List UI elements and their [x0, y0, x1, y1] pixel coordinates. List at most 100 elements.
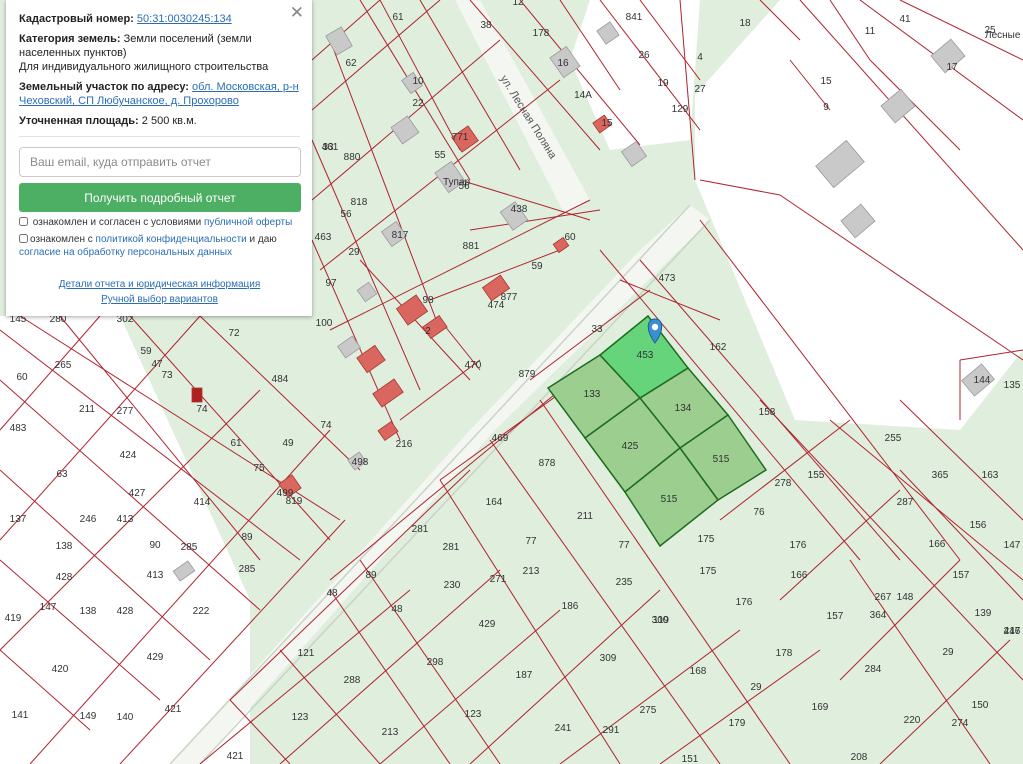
parcel-number: 179 — [729, 718, 746, 729]
parcel-number: 97 — [325, 278, 337, 289]
parcel-number: 420 — [52, 664, 69, 675]
parcel-number: 17 — [946, 62, 958, 73]
close-icon[interactable]: ✕ — [290, 4, 304, 21]
get-report-button[interactable]: Получить подробный отчет — [19, 183, 301, 212]
consent-offer-text: ознакомлен и согласен с условиями — [32, 217, 202, 228]
parcel-number: 63 — [56, 469, 68, 480]
parcel-number: 841 — [626, 12, 643, 23]
parcel-number: 123 — [465, 709, 482, 720]
offer-checkbox[interactable] — [19, 217, 28, 226]
parcel-number: 498 — [352, 457, 369, 468]
parcel-number: 287 — [897, 497, 914, 508]
parcel-number: 137 — [10, 514, 27, 525]
cadastral-row: Кадастровый номер: 50:31:0030245:134 — [19, 12, 300, 26]
parcel-number: 156 — [970, 520, 987, 531]
personal-data-consent-link[interactable]: согласие на обработку персональных данны… — [19, 247, 232, 258]
parcel-number: 38 — [480, 20, 492, 31]
parcel-number: 515 — [661, 494, 678, 505]
parcel-number: 222 — [193, 606, 210, 617]
parcel-number: 61 — [230, 438, 242, 449]
parcel-number: 274 — [952, 718, 969, 729]
privacy-checkbox[interactable] — [19, 234, 28, 243]
parcel-number: 22 — [412, 98, 424, 109]
parcel-number: 175 — [698, 534, 715, 545]
parcel-number: 157 — [953, 570, 970, 581]
parcel-number: 515 — [713, 454, 730, 465]
category-use: Для индивидуального жилищного строительс… — [19, 61, 269, 73]
parcel-number: 880 — [344, 152, 361, 163]
parcel-number: 364 — [870, 610, 887, 621]
parcel-number: 230 — [444, 580, 461, 591]
parcel-number: 147 — [1004, 540, 1021, 551]
parcel-number: 89 — [241, 532, 253, 543]
parcel-number: 427 — [129, 488, 146, 499]
parcel-number: 129 — [672, 104, 689, 115]
parcel-number: 309 — [600, 653, 617, 664]
parcel-number: 176 — [736, 597, 753, 608]
public-offer-link[interactable]: публичной оферты — [204, 217, 292, 228]
parcel-number: 213 — [382, 727, 399, 738]
parcel-number: 470 — [465, 360, 482, 371]
parcel-number: 90 — [149, 540, 161, 551]
consent-privacy: ознакомлен с политикой конфиденциальност… — [19, 233, 300, 259]
parcel-number: 29 — [942, 647, 954, 658]
parcel-number: 48 — [326, 588, 338, 599]
parcel-number: 149 — [80, 711, 97, 722]
parcel-number: 483 — [10, 423, 27, 434]
parcel-number: 133 — [584, 389, 601, 400]
parcel-number: 429 — [479, 619, 496, 630]
parcel-number: 216 — [396, 439, 413, 450]
parcel-number: 74 — [320, 420, 332, 431]
parcel-number: 284 — [865, 664, 882, 675]
parcel-number: 429 — [147, 652, 164, 663]
panel-links: Детали отчета и юридическая информация Р… — [19, 277, 300, 307]
parcel-number: 62 — [345, 58, 357, 69]
parcel-number: 421 — [165, 704, 182, 715]
parcel-number: 281 — [443, 542, 460, 553]
parcel-number: 162 — [710, 342, 727, 353]
parcel-number: 428 — [117, 606, 134, 617]
parcel-number: 469 — [492, 433, 509, 444]
privacy-policy-link[interactable]: политикой конфиденциальности — [96, 234, 247, 245]
report-details-link[interactable]: Детали отчета и юридическая информация — [59, 279, 261, 290]
cadastral-number-link[interactable]: 50:31:0030245:134 — [137, 13, 232, 25]
parcel-number: 453 — [637, 350, 654, 361]
parcel-number: 144 — [974, 375, 991, 386]
parcel-number: 77 — [525, 536, 537, 547]
parcel-number: 56 — [458, 181, 470, 192]
cadastral-label: Кадастровый номер: — [19, 13, 134, 25]
parcel-number: 89 — [365, 570, 377, 581]
parcel-number: 235 — [616, 577, 633, 588]
parcel-number: 275 — [640, 705, 657, 716]
parcel-number: 55 — [434, 150, 446, 161]
parcel-number: 288 — [344, 675, 361, 686]
category-row: Категория земель: Земли поселений (земли… — [19, 32, 300, 74]
consent-privacy-text2: и даю — [249, 234, 277, 245]
parcel-number: 176 — [790, 540, 807, 551]
parcel-number: 211 — [577, 511, 593, 522]
parcel-number: 14А — [574, 90, 592, 101]
parcel-number: 178 — [776, 648, 793, 659]
parcel-number: 241 — [555, 723, 572, 734]
parcel-number: 246 — [80, 514, 97, 525]
parcel-number: 72 — [228, 328, 240, 339]
manual-selection-link[interactable]: Ручной выбор вариантов — [101, 294, 218, 305]
parcel-number: 4 — [697, 52, 703, 63]
parcel-number: 817 — [392, 230, 409, 241]
parcel-number: 56 — [340, 209, 352, 220]
parcel-number: 484 — [272, 374, 289, 385]
parcel-number: 267 — [875, 592, 892, 603]
parcel-number: 271 — [490, 574, 507, 585]
parcel-number: 134 — [675, 403, 692, 414]
area-value: 2 500 кв.м. — [141, 115, 197, 127]
parcel-number: 148 — [897, 592, 914, 603]
parcel-number: 27 — [694, 84, 706, 95]
email-input[interactable] — [19, 147, 301, 177]
parcel-number: 211 — [79, 404, 95, 415]
parcel-number: 11 — [865, 26, 876, 37]
parcel-number: 25 — [984, 25, 996, 36]
parcel-number: 135 — [1004, 380, 1021, 391]
parcel-number: 41 — [899, 14, 911, 25]
parcel-number: 414 — [194, 497, 211, 508]
parcel-number: 150 — [972, 700, 989, 711]
